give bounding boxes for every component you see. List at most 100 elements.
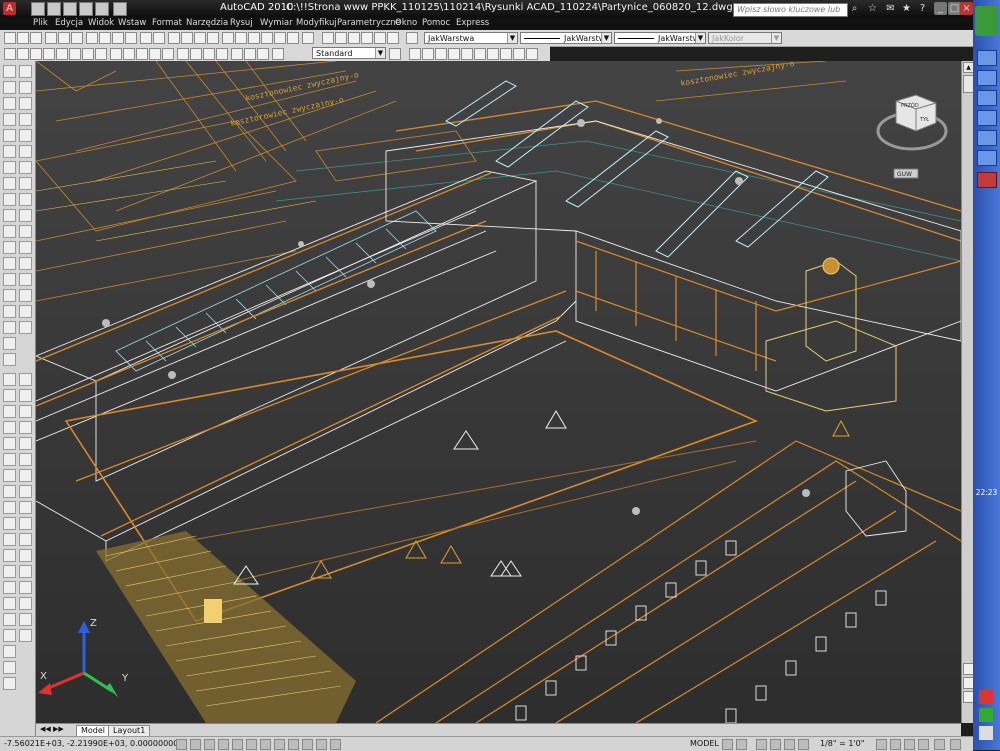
help-icon[interactable]: ?	[916, 2, 929, 15]
layer-combo[interactable]: JakWarstwa ▼	[424, 32, 518, 44]
helix-button[interactable]	[3, 485, 16, 498]
layer-walk-button[interactable]	[387, 32, 399, 44]
zoom-window-small-button[interactable]	[422, 48, 434, 60]
lineweight-combo[interactable]: JakWarstwa ▼	[614, 32, 706, 44]
redo-button[interactable]	[153, 32, 165, 44]
markup-button[interactable]	[274, 32, 286, 44]
menu-pomoc[interactable]: Pomoc	[422, 18, 450, 28]
intersect-button[interactable]	[19, 405, 32, 418]
dimension-text-edit-button[interactable]	[244, 48, 256, 60]
dimension-aligned-button[interactable]	[17, 48, 29, 60]
dimension-diameter-button[interactable]	[82, 48, 94, 60]
loft-button[interactable]	[3, 581, 16, 594]
taskbar-app-icon[interactable]	[977, 150, 997, 166]
break-at-point-button[interactable]	[19, 241, 32, 254]
subtract-button[interactable]	[19, 389, 32, 402]
steering-wheel-status-icon[interactable]	[784, 739, 795, 750]
autocad-taskbar-icon[interactable]	[977, 172, 997, 188]
layer-previous-button[interactable]	[348, 32, 360, 44]
zoom-window-button[interactable]	[194, 32, 206, 44]
quick-view-drawings-icon[interactable]	[736, 739, 747, 750]
taper-faces-button[interactable]	[19, 501, 32, 514]
minimize-icon[interactable]: _	[934, 2, 947, 15]
properties-button[interactable]	[222, 32, 234, 44]
rectangle-button[interactable]	[3, 129, 16, 142]
cone-button[interactable]	[3, 405, 16, 418]
coordinates-readout[interactable]: -7.56021E+03, -2.21990E+03, 0.00000000	[4, 739, 178, 748]
union-button[interactable]	[19, 373, 32, 386]
search-icon[interactable]: ⌕	[848, 2, 861, 15]
menu-narzedzia[interactable]: Narzędzia	[186, 18, 228, 28]
presspull-button[interactable]	[3, 533, 16, 546]
extrude-button[interactable]	[3, 517, 16, 530]
dimension-continue-button[interactable]	[136, 48, 148, 60]
calculator-button[interactable]	[287, 32, 299, 44]
zoom-dynamic-button[interactable]	[435, 48, 447, 60]
quick-view-layouts-icon[interactable]	[722, 739, 733, 750]
taskbar-app-icon[interactable]	[977, 110, 997, 126]
offset-button[interactable]	[19, 113, 32, 126]
infer-constraints-icon[interactable]	[176, 739, 187, 750]
search-input[interactable]: Wpisz słowo kluczowe lub frazę	[733, 3, 848, 26]
check-button[interactable]	[19, 629, 32, 642]
center-mark-button[interactable]	[190, 48, 202, 60]
zoom-out-button[interactable]	[500, 48, 512, 60]
lock-icon[interactable]	[904, 739, 915, 750]
ortho-mode-icon[interactable]	[218, 739, 229, 750]
dimension-style-button[interactable]	[389, 48, 401, 60]
copy-edges-button[interactable]	[19, 549, 32, 562]
layer-isolate-button[interactable]	[361, 32, 373, 44]
showmotion-icon[interactable]	[798, 739, 809, 750]
help-question-button[interactable]	[406, 32, 418, 44]
multiline-text-button[interactable]	[3, 353, 16, 366]
planar-surface-button[interactable]	[3, 501, 16, 514]
make-block-button[interactable]	[3, 257, 16, 270]
region-button[interactable]	[3, 321, 16, 334]
zoom-extents-button[interactable]	[526, 48, 538, 60]
imprint-button[interactable]	[19, 565, 32, 578]
menu-express[interactable]: Express	[456, 18, 489, 28]
zoom-realtime-small-button[interactable]	[409, 48, 421, 60]
isolate-objects-icon[interactable]	[918, 739, 929, 750]
pan-status-icon[interactable]	[756, 739, 767, 750]
polar-tracking-icon[interactable]	[232, 739, 243, 750]
tray-icon[interactable]	[979, 690, 993, 704]
dimension-space-button[interactable]	[149, 48, 161, 60]
lineweight-icon[interactable]	[316, 739, 327, 750]
color-faces-button[interactable]	[19, 533, 32, 546]
stretch-button[interactable]	[19, 193, 32, 206]
menu-modyfikuj[interactable]: Modyfikuj	[296, 18, 337, 28]
dimension-baseline-button[interactable]	[123, 48, 135, 60]
offset-faces-button[interactable]	[19, 453, 32, 466]
section-plane-button[interactable]	[3, 613, 16, 626]
dimension-break-button[interactable]	[162, 48, 174, 60]
rotate-faces-button[interactable]	[19, 485, 32, 498]
array-button[interactable]	[19, 129, 32, 142]
zoom-previous-button[interactable]	[207, 32, 219, 44]
chevron-down-icon[interactable]: ▼	[507, 33, 517, 43]
circle-button[interactable]	[3, 161, 16, 174]
workspace-switching-icon[interactable]	[890, 739, 901, 750]
plot-button[interactable]	[45, 32, 57, 44]
status-bar-menu-icon[interactable]	[934, 739, 945, 750]
sphere-button[interactable]	[3, 421, 16, 434]
undo-button[interactable]	[140, 32, 152, 44]
menu-parametryczne[interactable]: Parametryczne	[337, 18, 401, 28]
tolerance-button[interactable]	[177, 48, 189, 60]
fillet-button[interactable]	[19, 305, 32, 318]
move-faces-button[interactable]	[19, 437, 32, 450]
slice-button[interactable]	[3, 597, 16, 610]
jogged-linear-button[interactable]	[216, 48, 228, 60]
copy-object-button[interactable]	[19, 81, 32, 94]
copy-faces-button[interactable]	[19, 517, 32, 530]
annotation-scale[interactable]: 1/8" = 1'0"	[820, 739, 864, 748]
trim-button[interactable]	[19, 209, 32, 222]
taskbar-app-icon[interactable]	[977, 50, 997, 66]
save-button[interactable]	[30, 32, 42, 44]
plot-icon[interactable]	[113, 2, 127, 16]
model-space-drawing[interactable]: kosztorowiec zwyczajny-o kosztonowiec zw…	[36, 61, 961, 723]
zoom-realtime-button[interactable]	[181, 32, 193, 44]
revision-cloud-button[interactable]	[3, 177, 16, 190]
dynamic-input-icon[interactable]	[302, 739, 313, 750]
menu-okno[interactable]: Okno	[395, 18, 417, 28]
